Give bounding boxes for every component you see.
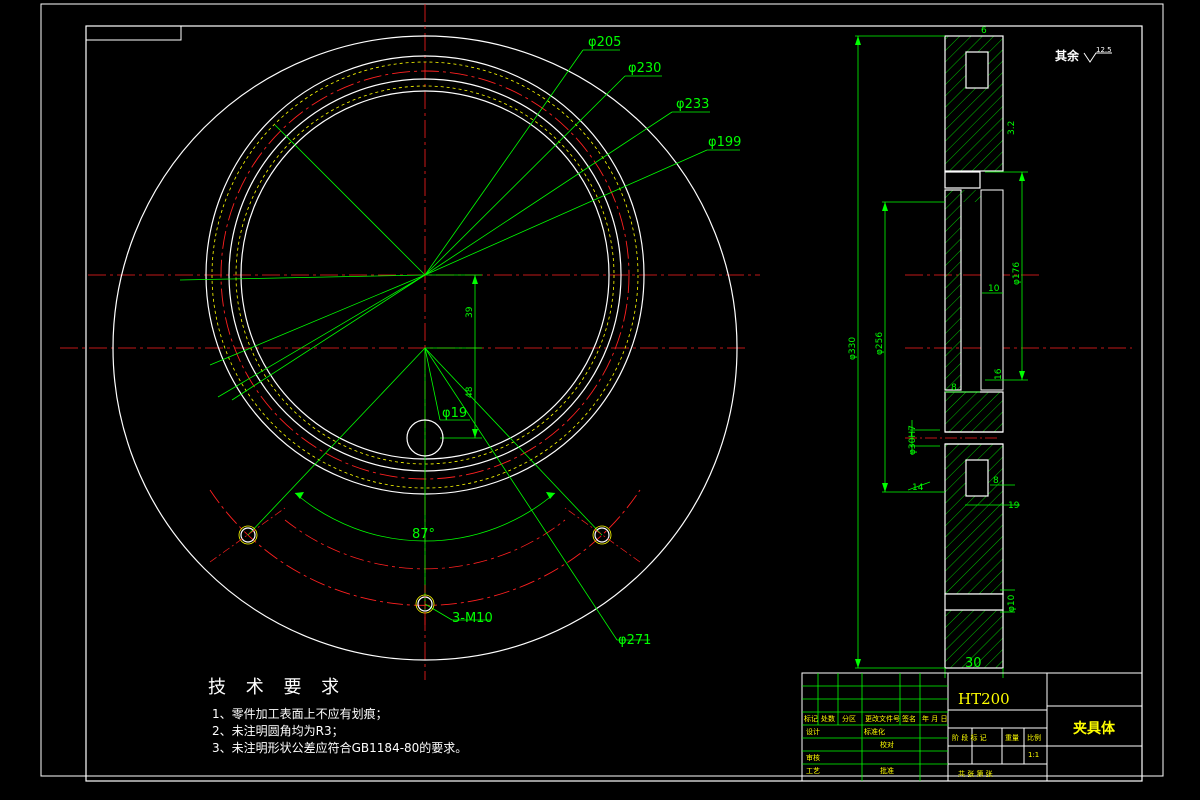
dim-bore: φ30H7: [908, 425, 918, 455]
dim-ra: 3.2: [1007, 121, 1017, 135]
dim-d205: φ205: [588, 35, 621, 50]
front-view: φ205 φ230 φ233 φ199 φ271 φ19 39 48 87° 3…: [60, 4, 760, 680]
cad-drawing-canvas: φ205 φ230 φ233 φ199 φ271 φ19 39 48 87° 3…: [40, 3, 1164, 782]
dim-19: 19: [1008, 501, 1020, 511]
dim-d176: φ176: [1012, 262, 1022, 285]
dim-3-m10: 3-M10: [452, 611, 493, 626]
tech-req-item-2: 2、未注明圆角均为R3；: [212, 723, 344, 738]
dim-hole-small: φ10: [1007, 594, 1017, 612]
tb-sheets: 共 张 第 张: [958, 769, 993, 778]
dim-angle-87: 87°: [412, 527, 435, 542]
drawing-number-box: [85, 25, 182, 41]
dim-30: 30: [965, 656, 982, 671]
tb-docno: 更改文件号: [865, 714, 900, 723]
tb-approve: 批准: [880, 766, 894, 775]
tb-count: 处数: [821, 714, 835, 723]
tb-date: 年 月 日: [922, 714, 947, 723]
dim-48: 48: [465, 386, 475, 398]
tb-review: 审核: [806, 753, 820, 762]
tb-standard: 标准化: [864, 727, 885, 736]
dim-d199: φ199: [708, 135, 741, 150]
dim-10: 10: [988, 284, 1000, 294]
material-label: HT200: [958, 690, 1010, 708]
dim-d256: φ256: [875, 332, 885, 355]
tb-design: 设计: [806, 727, 820, 736]
part-name: 夹具体: [1073, 720, 1116, 737]
surface-note-ra: 12.5: [1096, 46, 1112, 54]
tb-mark: 标记: [804, 714, 818, 723]
dim-8-bottom: 8: [993, 476, 999, 486]
tb-stage: 阶 段 标 记: [952, 733, 987, 742]
scale-value: 1:1: [1028, 751, 1039, 759]
dim-d271: φ271: [618, 633, 651, 648]
dim-14: 14: [912, 483, 924, 493]
section-view: φ330 φ256 φ176 10 8 8 19 30 14 16 3.2 φ3…: [848, 26, 1132, 678]
dim-16: 16: [994, 368, 1004, 380]
dim-8-top: 8: [951, 383, 957, 393]
dim-d233: φ233: [676, 97, 709, 112]
dim-d19: φ19: [442, 406, 467, 421]
dim-d330: φ330: [848, 337, 858, 360]
dim-6: 6: [981, 26, 987, 36]
tech-req-item-1: 1、零件加工表面上不应有划痕；: [212, 706, 388, 721]
dim-d230: φ230: [628, 61, 661, 76]
dim-39: 39: [465, 306, 475, 318]
tb-sign: 签名: [902, 714, 916, 723]
surface-note-label: 其余: [1055, 48, 1080, 63]
tech-req-title: 技 术 要 求: [208, 677, 346, 698]
tb-zone: 分区: [842, 714, 856, 723]
tb-ratio: 比例: [1027, 733, 1041, 742]
tb-process: 工艺: [806, 767, 820, 775]
tb-weight: 重量: [1005, 734, 1019, 742]
surface-roughness-note: 其余 12.5: [1055, 46, 1112, 63]
technical-requirements: 技 术 要 求 1、零件加工表面上不应有划痕； 2、未注明圆角均为R3； 3、未…: [208, 677, 467, 755]
tb-check: 校对: [880, 740, 894, 749]
tech-req-item-3: 3、未注明形状公差应符合GB1184-80的要求。: [212, 740, 467, 755]
